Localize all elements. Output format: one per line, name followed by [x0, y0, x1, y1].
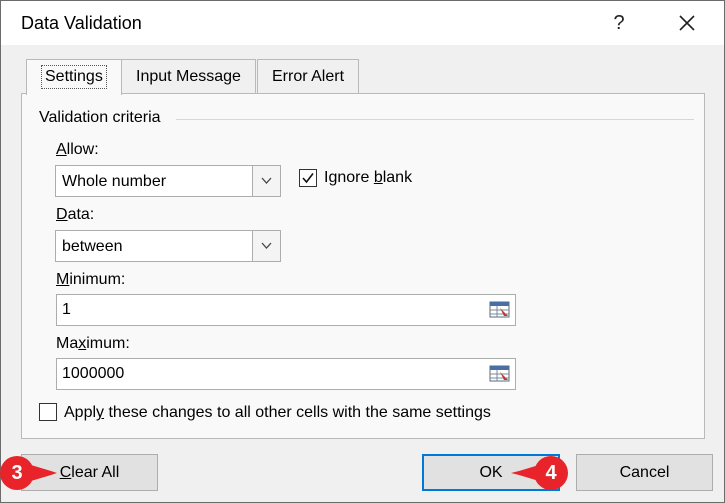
close-icon — [679, 15, 695, 31]
allow-dropdown-arrow[interactable] — [252, 166, 280, 196]
collapse-range-icon — [489, 301, 510, 318]
tab-input-message[interactable]: Input Message — [121, 59, 256, 94]
group-divider — [176, 119, 694, 120]
tab-input-message-label: Input Message — [136, 68, 241, 85]
range-selector-button[interactable] — [487, 298, 513, 322]
maximum-label: Maximum: — [56, 335, 130, 352]
checkmark-icon — [302, 173, 314, 184]
cancel-button[interactable]: Cancel — [576, 454, 713, 491]
allow-value: Whole number — [62, 173, 167, 190]
validation-criteria-label: Validation criteria — [39, 109, 161, 126]
minimum-label: Minimum: — [56, 271, 126, 288]
ignore-blank-label: Ignore blank — [324, 169, 413, 186]
dialog-title: Data Validation — [21, 13, 142, 33]
range-selector-button[interactable] — [487, 362, 513, 386]
chevron-down-icon — [261, 242, 272, 249]
tab-error-alert[interactable]: Error Alert — [257, 59, 360, 94]
callout-3-arrow — [31, 465, 57, 481]
ignore-blank-checkbox[interactable] — [299, 169, 317, 187]
chevron-down-icon — [261, 177, 272, 184]
help-button[interactable]: ? — [601, 7, 637, 39]
minimum-input[interactable]: 1 — [56, 294, 516, 326]
apply-changes-checkbox[interactable] — [39, 403, 57, 421]
data-dropdown-arrow[interactable] — [252, 231, 280, 261]
allow-dropdown[interactable]: Whole number — [55, 165, 281, 197]
data-label: Data: — [56, 206, 95, 223]
step-4-callout: 4 — [507, 455, 571, 491]
tab-settings[interactable]: Settings — [26, 59, 122, 95]
allow-label: Allow: — [56, 141, 99, 158]
data-value: between — [62, 238, 123, 255]
data-dropdown[interactable]: between — [55, 230, 281, 262]
maximum-input[interactable]: 1000000 — [56, 358, 516, 390]
step-3-callout: 3 — [0, 455, 63, 491]
title-bar: Data Validation ? — [1, 1, 724, 45]
collapse-range-icon — [489, 365, 510, 382]
maximum-value: 1000000 — [62, 365, 125, 382]
data-validation-dialog: Data Validation ? Settings Input Message… — [0, 0, 725, 503]
tab-error-alert-label: Error Alert — [272, 68, 345, 85]
apply-changes-label: Apply these changes to all other cells w… — [64, 404, 491, 421]
step-3-number: 3 — [11, 462, 23, 484]
step-4-number: 4 — [545, 462, 557, 484]
close-button[interactable] — [665, 7, 709, 39]
tab-settings-label: Settings — [41, 65, 107, 89]
minimum-value: 1 — [62, 301, 71, 318]
